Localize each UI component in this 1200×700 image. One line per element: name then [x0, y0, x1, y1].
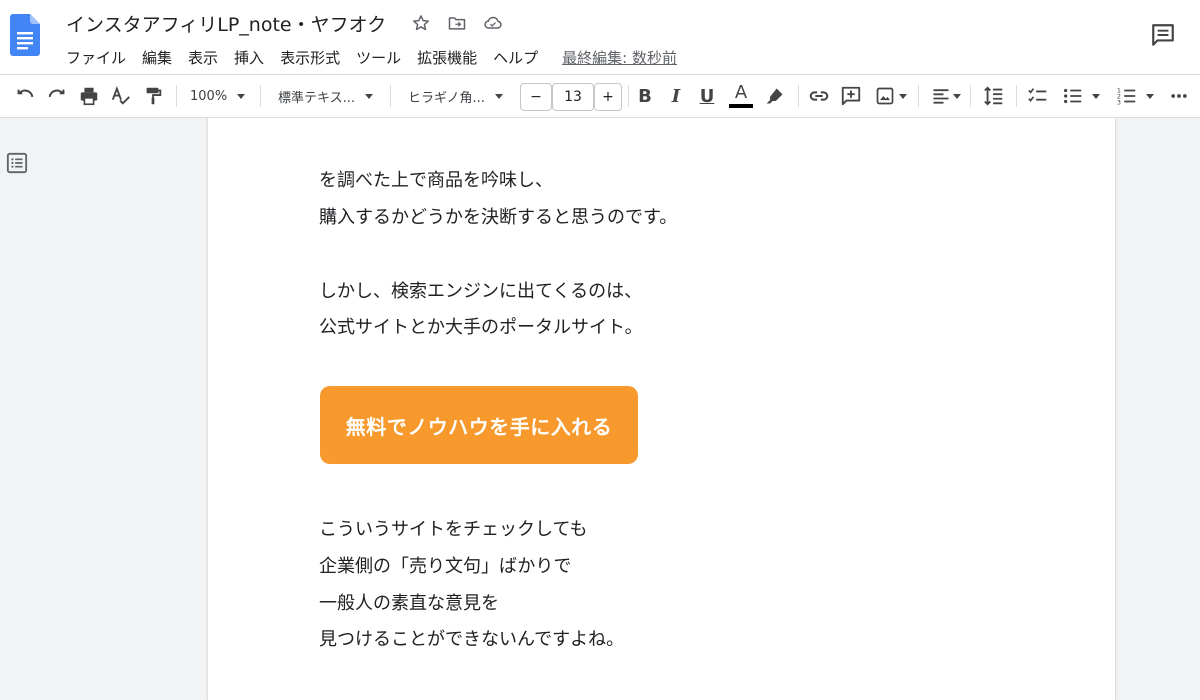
- spellcheck-button[interactable]: [108, 75, 134, 117]
- menu-insert[interactable]: 挿入: [234, 47, 264, 68]
- move-to-folder-icon[interactable]: [446, 12, 468, 34]
- font-family-value: ヒラギノ角...: [408, 90, 485, 106]
- formatting-toolbar: 100% 標準テキス... ヒラギノ角... − 13 + B I U A 1 …: [0, 74, 1200, 118]
- text-color-letter: A: [734, 82, 748, 103]
- text-color-button[interactable]: A: [728, 75, 754, 117]
- zoom-select[interactable]: 100%: [190, 75, 252, 117]
- menu-file[interactable]: ファイル: [66, 47, 126, 68]
- comment-history-button[interactable]: [1148, 20, 1178, 50]
- link-icon: [809, 91, 829, 101]
- decrease-font-size-button[interactable]: −: [520, 83, 552, 111]
- add-comment-icon: [841, 86, 861, 106]
- bold-button[interactable]: B: [634, 75, 656, 117]
- undo-icon: [17, 89, 34, 98]
- document-outline-icon[interactable]: [6, 152, 28, 174]
- font-size-input[interactable]: 13: [552, 83, 594, 111]
- bulleted-list-button[interactable]: [1058, 75, 1104, 117]
- numbered-list-icon: 123: [1117, 86, 1136, 106]
- increase-font-size-button[interactable]: +: [594, 83, 622, 111]
- document-page[interactable]: を調べた上で商品を吟味し、 購入するかどうかを決断すると思うのです。 しかし、検…: [208, 118, 1115, 700]
- cta-button[interactable]: 無料でノウハウを手に入れる: [320, 386, 638, 464]
- app-header: インスタアフィリLP_note・ヤフオク ファイル 編集 表示 挿入 表示形式 …: [0, 0, 1200, 72]
- insert-link-button[interactable]: [806, 75, 832, 117]
- menu-format[interactable]: 表示形式: [280, 47, 340, 68]
- numbered-list-button[interactable]: 123: [1112, 75, 1158, 117]
- menu-view[interactable]: 表示: [188, 47, 218, 68]
- image-icon: [876, 87, 894, 105]
- font-family-select[interactable]: ヒラギノ角...: [408, 75, 512, 117]
- chevron-down-icon: [1092, 93, 1100, 99]
- last-edit-link[interactable]: 最終編集: 数秒前: [562, 47, 677, 68]
- menu-tools[interactable]: ツール: [356, 47, 401, 68]
- redo-icon: [48, 89, 65, 98]
- chevron-down-icon: [1146, 93, 1154, 99]
- paint-format-icon: [146, 87, 162, 105]
- paragraph-style-value: 標準テキス...: [278, 90, 356, 106]
- add-comment-button[interactable]: [838, 75, 864, 117]
- more-horizontal-icon: [1171, 94, 1187, 98]
- toolbar-separator: [176, 85, 177, 107]
- chevron-down-icon: [953, 93, 961, 99]
- print-button[interactable]: [76, 75, 102, 117]
- body-text-line: 企業側の「売り文句」ばかりで: [319, 556, 572, 577]
- zoom-value: 100%: [190, 88, 228, 104]
- undo-button[interactable]: [12, 75, 38, 117]
- highlighter-icon: [766, 88, 783, 104]
- body-text-line: 一般人の素直な意見を: [319, 593, 499, 614]
- document-workspace: を調べた上で商品を吟味し、 購入するかどうかを決断すると思うのです。 しかし、検…: [0, 118, 1200, 700]
- highlight-color-button[interactable]: [762, 75, 788, 117]
- chevron-down-icon: [494, 93, 503, 99]
- redo-button[interactable]: [44, 75, 70, 117]
- body-text-line: を調べた上で商品を吟味し、: [319, 170, 553, 191]
- toolbar-separator: [1016, 85, 1017, 107]
- toolbar-separator: [970, 85, 971, 107]
- svg-text:3: 3: [1117, 98, 1121, 106]
- checklist-button[interactable]: [1024, 75, 1052, 117]
- bulleted-list-icon: [1064, 88, 1082, 104]
- star-icon[interactable]: [410, 12, 432, 34]
- chevron-down-icon: [899, 93, 907, 99]
- google-docs-logo-icon[interactable]: [10, 14, 40, 56]
- cloud-saved-icon[interactable]: [482, 12, 504, 34]
- toolbar-separator: [628, 85, 629, 107]
- toolbar-separator: [798, 85, 799, 107]
- menu-extensions[interactable]: 拡張機能: [417, 47, 477, 68]
- menu-bar: ファイル 編集 表示 挿入 表示形式 ツール 拡張機能 ヘルプ 最終編集: 数秒…: [66, 44, 677, 70]
- body-text-line: こういうサイトをチェックしても: [319, 519, 588, 540]
- checklist-icon: [1028, 88, 1047, 102]
- align-button[interactable]: [928, 75, 964, 117]
- insert-image-button[interactable]: [870, 75, 912, 117]
- body-text-line: 公式サイトとか大手のポータルサイト。: [319, 317, 643, 338]
- chevron-down-icon: [237, 93, 246, 99]
- toolbar-separator: [260, 85, 261, 107]
- underline-button[interactable]: U: [696, 75, 718, 117]
- document-title[interactable]: インスタアフィリLP_note・ヤフオク: [66, 10, 386, 37]
- chevron-down-icon: [365, 93, 374, 99]
- body-text-line: 購入するかどうかを決断すると思うのです。: [319, 207, 678, 228]
- menu-edit[interactable]: 編集: [142, 47, 172, 68]
- toolbar-separator: [390, 85, 391, 107]
- body-text-line: 見つけることができないんですよね。: [319, 629, 625, 650]
- paragraph-style-select[interactable]: 標準テキス...: [278, 75, 380, 117]
- toolbar-separator: [918, 85, 919, 107]
- line-spacing-button[interactable]: [980, 75, 1008, 117]
- spellcheck-icon: [111, 86, 130, 105]
- more-options-button[interactable]: [1166, 75, 1192, 117]
- align-left-icon: [933, 89, 949, 104]
- line-spacing-icon: [984, 86, 1003, 106]
- comment-icon: [1152, 24, 1174, 46]
- menu-help[interactable]: ヘルプ: [493, 47, 538, 68]
- body-text-line: しかし、検索エンジンに出てくるのは、: [319, 281, 643, 302]
- paint-format-button[interactable]: [140, 75, 166, 117]
- text-color-bar: [729, 104, 753, 108]
- title-row: インスタアフィリLP_note・ヤフオク: [66, 8, 504, 38]
- print-icon: [80, 87, 98, 106]
- italic-button[interactable]: I: [665, 75, 687, 117]
